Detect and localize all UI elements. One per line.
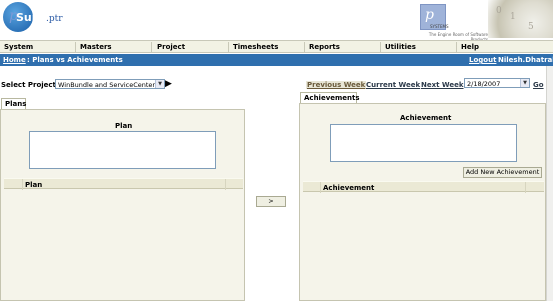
tab-plans[interactable]: Plans: [1, 98, 26, 109]
logout-link[interactable]: Logout: [469, 56, 496, 64]
current-week-link[interactable]: Current Week: [366, 81, 420, 89]
achievements-grid-header: Achievement: [303, 181, 544, 193]
play-arrow-icon[interactable]: ▶: [165, 79, 172, 89]
achievement-textarea[interactable]: [330, 124, 517, 162]
partner-logo: p SYSTEMS The Engine Room of Software Pr…: [420, 4, 488, 42]
grid-divider: [320, 182, 321, 193]
project-select[interactable]: WinBundle and ServiceCenter ▼: [55, 79, 165, 89]
go-link[interactable]: Go: [533, 81, 544, 89]
menu-reports[interactable]: Reports: [309, 43, 340, 51]
clock-decoration: 0 1 5: [488, 0, 553, 38]
grid-divider: [525, 182, 526, 193]
vertical-scrollbar[interactable]: [546, 66, 553, 301]
menu-project[interactable]: Project: [157, 43, 185, 51]
menu-separator: [380, 42, 381, 52]
partner-name: SYSTEMS: [430, 24, 449, 29]
select-project-label: Select Project:: [1, 81, 59, 89]
menu-separator: [75, 42, 76, 52]
grid-divider: [225, 179, 226, 190]
transfer-button[interactable]: >: [256, 196, 286, 207]
achievement-heading: Achievement: [400, 114, 452, 122]
week-date-value: 2/18/2007: [467, 80, 501, 88]
menu-system[interactable]: System: [4, 43, 33, 51]
menu-timesheets[interactable]: Timesheets: [233, 43, 278, 51]
psuite-logo: p Suite .ptr: [3, 2, 65, 36]
menu-separator: [456, 42, 457, 52]
plan-column-header: Plan: [25, 181, 43, 189]
chevron-down-icon[interactable]: ▼: [155, 80, 164, 88]
next-week-link[interactable]: Next Week: [421, 81, 464, 89]
partner-mark: p: [425, 7, 434, 23]
menu-separator: [228, 42, 229, 52]
chevron-down-icon[interactable]: ▼: [520, 79, 529, 87]
grid-divider: [22, 179, 23, 190]
menu-masters[interactable]: Masters: [80, 43, 112, 51]
menu-utilities[interactable]: Utilities: [385, 43, 416, 51]
add-new-achievement-button[interactable]: Add New Achievement: [463, 167, 542, 178]
tab-achievements[interactable]: Achievements: [300, 92, 360, 103]
plan-heading: Plan: [115, 122, 133, 130]
tab-achievements-label: Achievements: [304, 94, 360, 102]
achievement-column-header: Achievement: [323, 184, 375, 192]
page-title: : Plans vs Achievements: [27, 56, 123, 64]
app-header: p Suite .ptr p SYSTEMS The Engine Room o…: [0, 0, 553, 42]
main-menu: System Masters Project Timesheets Report…: [0, 40, 553, 53]
plans-panel: Plan Plan: [0, 109, 245, 301]
menu-separator: [151, 42, 152, 52]
user-name: Nilesh.Dhatrak: [498, 56, 553, 64]
breadcrumb-home-link[interactable]: Home: [3, 56, 26, 64]
menu-separator: [304, 42, 305, 52]
logo-text: Suite: [16, 11, 49, 24]
plans-grid-header: Plan: [4, 178, 243, 190]
tab-plans-label: Plans: [5, 100, 27, 108]
achievements-panel: Achievement Add New Achievement Achievem…: [299, 103, 546, 301]
week-date-select[interactable]: 2/18/2007 ▼: [464, 78, 530, 88]
plan-textarea[interactable]: [29, 131, 216, 169]
previous-week-link[interactable]: Previous Week: [306, 81, 367, 89]
menu-help[interactable]: Help: [461, 43, 479, 51]
breadcrumb-bar: Home : Plans vs Achievements Logout Nile…: [0, 54, 553, 66]
logo-suffix: .ptr: [46, 14, 63, 24]
project-select-value: WinBundle and ServiceCenter: [58, 81, 156, 89]
